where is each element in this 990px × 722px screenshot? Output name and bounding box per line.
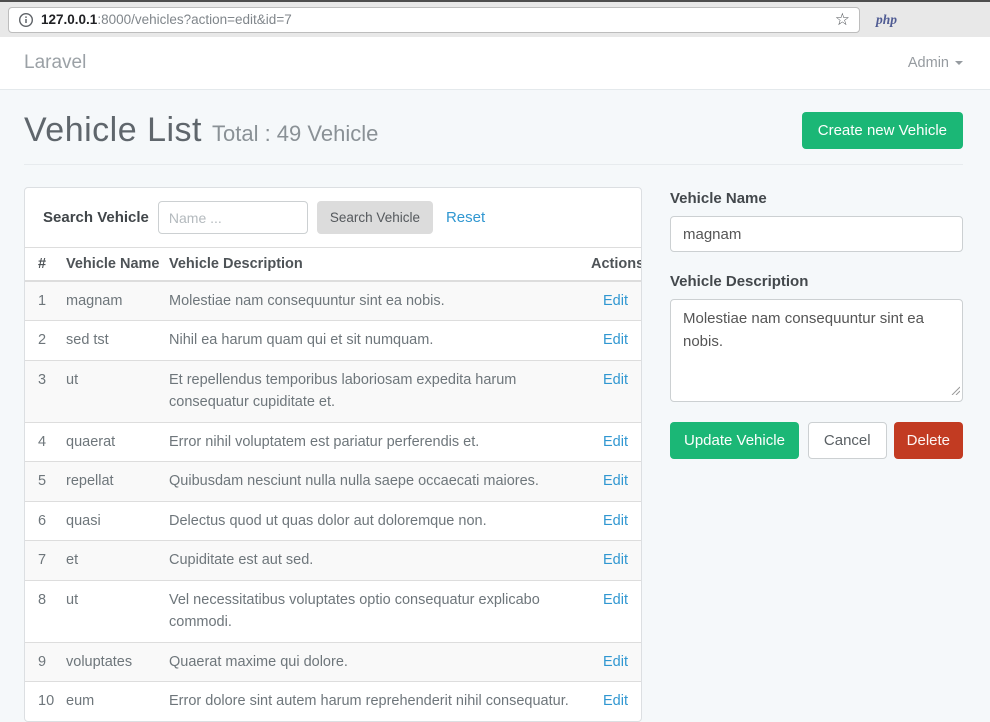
row-name: et <box>58 541 161 580</box>
row-description: Nihil ea harum quam qui et sit numquam. <box>161 321 583 360</box>
table-row: 4 quaerat Error nihil voluptatem est par… <box>25 422 641 461</box>
column-header-actions: Actions <box>583 248 641 282</box>
row-name: magnam <box>58 281 161 321</box>
row-number: 1 <box>25 281 58 321</box>
row-description: Quaerat maxime qui dolore. <box>161 642 583 681</box>
row-name: ut <box>58 360 161 422</box>
row-edit-link[interactable]: Edit <box>603 332 628 348</box>
edit-vehicle-form: Vehicle Name Vehicle Description Molesti… <box>670 187 963 459</box>
admin-dropdown-label: Admin <box>908 55 949 71</box>
row-description: Delectus quod ut quas dolor aut doloremq… <box>161 501 583 540</box>
reset-link[interactable]: Reset <box>446 209 485 226</box>
row-edit-link[interactable]: Edit <box>603 434 628 450</box>
vehicle-table: # Vehicle Name Vehicle Description Actio… <box>25 247 641 721</box>
row-number: 7 <box>25 541 58 580</box>
row-number: 5 <box>25 462 58 501</box>
row-edit-link[interactable]: Edit <box>603 592 628 608</box>
row-number: 10 <box>25 682 58 721</box>
page: Vehicle List Total : 49 Vehicle Create n… <box>0 90 990 722</box>
row-description: Error dolore sint autem harum reprehende… <box>161 682 583 721</box>
chevron-down-icon <box>955 61 963 65</box>
column-header-number: # <box>25 248 58 282</box>
row-description: Molestiae nam consequuntur sint ea nobis… <box>161 281 583 321</box>
table-row: 7 et Cupiditate est aut sed. Edit <box>25 541 641 580</box>
brand-link[interactable]: Laravel <box>24 52 86 74</box>
table-header-row: # Vehicle Name Vehicle Description Actio… <box>25 248 641 282</box>
row-description: Et repellendus temporibus laboriosam exp… <box>161 360 583 422</box>
row-edit-link[interactable]: Edit <box>603 513 628 529</box>
vehicle-name-input[interactable] <box>670 216 963 252</box>
url-path: :8000/vehicles?action=edit&id=7 <box>97 12 291 27</box>
row-number: 4 <box>25 422 58 461</box>
table-row: 8 ut Vel necessitatibus voluptates optio… <box>25 580 641 642</box>
table-row: 10 eum Error dolore sint autem harum rep… <box>25 682 641 721</box>
form-actions: Update Vehicle Cancel Delete <box>670 422 963 459</box>
browser-chrome: 127.0.0.1:8000/vehicles?action=edit&id=7… <box>0 0 990 37</box>
total-count-label: Total : 49 Vehicle <box>212 121 378 147</box>
row-edit-link[interactable]: Edit <box>603 693 628 709</box>
row-number: 6 <box>25 501 58 540</box>
cancel-button[interactable]: Cancel <box>808 422 887 459</box>
column-header-description: Vehicle Description <box>161 248 583 282</box>
row-edit-link[interactable]: Edit <box>603 372 628 388</box>
row-name: quaerat <box>58 422 161 461</box>
row-edit-link[interactable]: Edit <box>603 293 628 309</box>
row-description: Vel necessitatibus voluptates optio cons… <box>161 580 583 642</box>
table-row: 6 quasi Delectus quod ut quas dolor aut … <box>25 501 641 540</box>
search-bar: Search Vehicle Search Vehicle Reset <box>25 188 641 247</box>
table-row: 1 magnam Molestiae nam consequuntur sint… <box>25 281 641 321</box>
vehicle-description-textarea[interactable]: Molestiae nam consequuntur sint ea nobis… <box>670 299 963 402</box>
delete-button[interactable]: Delete <box>894 422 963 459</box>
row-number: 2 <box>25 321 58 360</box>
row-name: eum <box>58 682 161 721</box>
row-edit-link[interactable]: Edit <box>603 473 628 489</box>
search-input[interactable] <box>158 201 308 234</box>
php-bookmark[interactable]: php <box>876 12 897 28</box>
row-name: sed tst <box>58 321 161 360</box>
vehicle-description-label: Vehicle Description <box>670 273 963 290</box>
row-name: ut <box>58 580 161 642</box>
table-row: 3 ut Et repellendus temporibus laboriosa… <box>25 360 641 422</box>
row-name: quasi <box>58 501 161 540</box>
admin-dropdown[interactable]: Admin <box>908 55 963 71</box>
bookmark-star-icon[interactable]: ☆ <box>835 11 850 28</box>
page-header: Vehicle List Total : 49 Vehicle Create n… <box>24 90 963 165</box>
column-header-name: Vehicle Name <box>58 248 161 282</box>
table-row: 9 voluptates Quaerat maxime qui dolore. … <box>25 642 641 681</box>
row-name: repellat <box>58 462 161 501</box>
row-description: Cupiditate est aut sed. <box>161 541 583 580</box>
vehicle-list-card: Search Vehicle Search Vehicle Reset # Ve… <box>24 187 642 722</box>
row-edit-link[interactable]: Edit <box>603 552 628 568</box>
row-name: voluptates <box>58 642 161 681</box>
row-description: Quibusdam nesciunt nulla nulla saepe occ… <box>161 462 583 501</box>
site-info-icon[interactable] <box>18 12 34 28</box>
table-row: 2 sed tst Nihil ea harum quam qui et sit… <box>25 321 641 360</box>
update-vehicle-button[interactable]: Update Vehicle <box>670 422 799 459</box>
row-edit-link[interactable]: Edit <box>603 654 628 670</box>
table-row: 5 repellat Quibusdam nesciunt nulla null… <box>25 462 641 501</box>
vehicle-table-body: 1 magnam Molestiae nam consequuntur sint… <box>25 281 641 721</box>
address-bar[interactable]: 127.0.0.1:8000/vehicles?action=edit&id=7… <box>8 7 860 33</box>
search-label: Search Vehicle <box>43 209 149 226</box>
row-description: Error nihil voluptatem est pariatur perf… <box>161 422 583 461</box>
url-host: 127.0.0.1 <box>41 12 97 27</box>
navbar: Laravel Admin <box>0 37 990 90</box>
url-text: 127.0.0.1:8000/vehicles?action=edit&id=7 <box>41 12 292 27</box>
search-button[interactable]: Search Vehicle <box>317 201 433 234</box>
row-number: 8 <box>25 580 58 642</box>
create-vehicle-button[interactable]: Create new Vehicle <box>802 112 963 149</box>
page-title: Vehicle List <box>24 111 202 150</box>
row-number: 3 <box>25 360 58 422</box>
row-number: 9 <box>25 642 58 681</box>
vehicle-name-label: Vehicle Name <box>670 190 963 207</box>
